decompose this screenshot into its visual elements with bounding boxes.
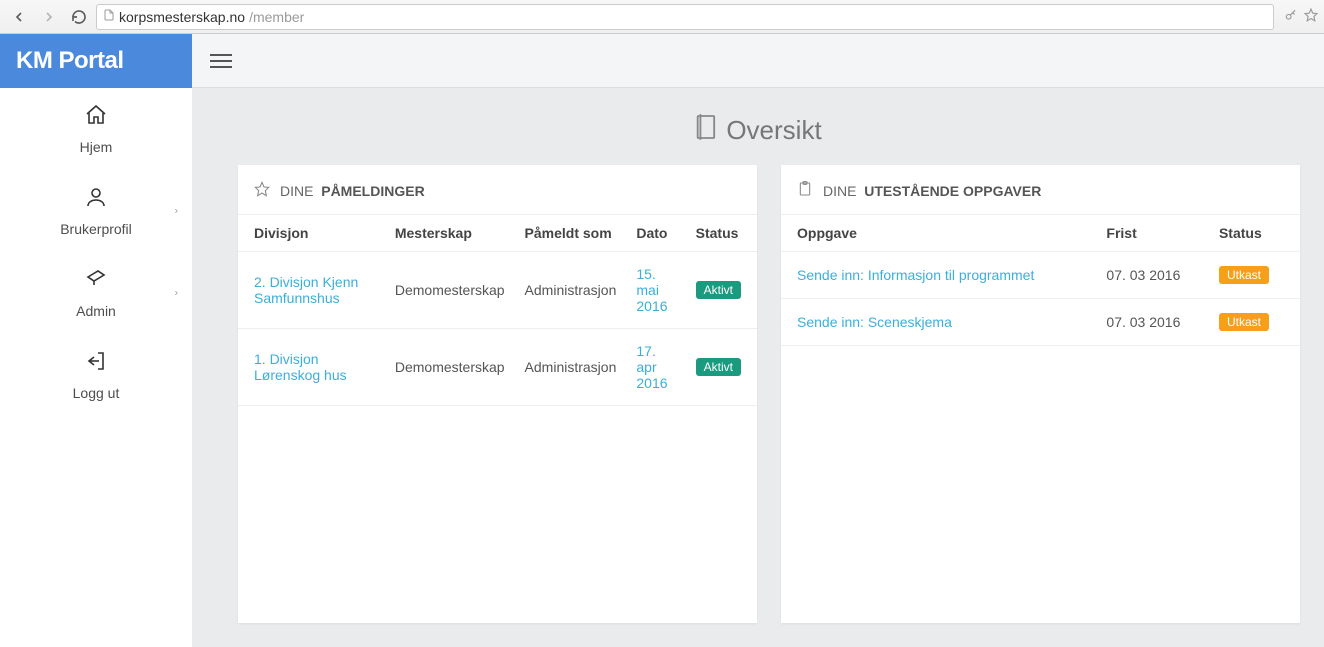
sidebar-item-label: Brukerprofil <box>60 221 132 237</box>
card-title-light: DINE <box>823 183 856 199</box>
col-task: Oppgave <box>781 215 1096 252</box>
url-path: /member <box>249 9 304 25</box>
cell-registered-as: Administrasjon <box>515 329 627 406</box>
cell-championship: Demomesterskap <box>385 252 515 329</box>
ticket-icon <box>84 267 108 297</box>
registrations-card: DINE PÅMELDINGER Divisjon Mesterskap Påm… <box>238 165 757 623</box>
page-icon <box>103 8 115 25</box>
card-title-bold: UTESTÅENDE OPPGAVER <box>864 183 1041 199</box>
cell-deadline: 07. 03 2016 <box>1096 299 1209 346</box>
division-link[interactable]: 2. Divisjon Kjenn Samfunnshus <box>254 274 358 306</box>
menu-toggle-button[interactable] <box>210 50 232 72</box>
sidebar-item-label: Logg ut <box>73 385 120 401</box>
task-link[interactable]: Sende inn: Informasjon til programmet <box>797 267 1034 283</box>
page-title: Oversikt <box>726 115 821 146</box>
sidebar-item-label: Hjem <box>80 139 113 155</box>
browser-chrome: korpsmesterskap.no/member <box>0 0 1324 34</box>
sidebar: KM Portal Hjem Brukerprofil › Admin › <box>0 34 192 647</box>
home-icon <box>84 103 108 133</box>
cell-deadline: 07. 03 2016 <box>1096 252 1209 299</box>
key-icon[interactable] <box>1284 8 1298 25</box>
cell-championship: Demomesterskap <box>385 329 515 406</box>
date-link[interactable]: 15. mai 2016 <box>636 266 667 314</box>
col-division: Divisjon <box>238 215 385 252</box>
bookmark-star-icon[interactable] <box>1304 8 1318 25</box>
col-registered-as: Påmeldt som <box>515 215 627 252</box>
card-title-light: DINE <box>280 183 313 199</box>
sidebar-item-label: Admin <box>76 303 116 319</box>
main: Oversikt DINE PÅMELDINGER <box>192 34 1324 647</box>
col-deadline: Frist <box>1096 215 1209 252</box>
division-link[interactable]: 1. Divisjon Lørenskog hus <box>254 351 347 383</box>
browser-forward-button[interactable] <box>36 4 62 30</box>
chevron-right-icon: › <box>175 288 178 299</box>
status-badge: Aktivt <box>696 281 741 299</box>
col-date: Dato <box>626 215 685 252</box>
sidebar-item-home[interactable]: Hjem <box>0 88 192 170</box>
tasks-card: DINE UTESTÅENDE OPPGAVER Oppgave Frist S… <box>781 165 1300 623</box>
browser-reload-button[interactable] <box>66 4 92 30</box>
topbar <box>192 34 1324 88</box>
col-status: Status <box>1209 215 1300 252</box>
app: KM Portal Hjem Brukerprofil › Admin › <box>0 34 1324 647</box>
clipboard-icon <box>797 181 813 200</box>
overview-icon <box>694 114 716 147</box>
star-icon <box>254 181 270 200</box>
status-badge: Utkast <box>1219 266 1269 284</box>
table-row: Sende inn: Informasjon til programmet 07… <box>781 252 1300 299</box>
browser-back-button[interactable] <box>6 4 32 30</box>
sidebar-item-logout[interactable]: Logg ut <box>0 334 192 416</box>
table-row: Sende inn: Sceneskjema 07. 03 2016 Utkas… <box>781 299 1300 346</box>
logout-icon <box>84 349 108 379</box>
col-status: Status <box>686 215 757 252</box>
tasks-table: Oppgave Frist Status Sende inn: Informas… <box>781 214 1300 346</box>
col-championship: Mesterskap <box>385 215 515 252</box>
table-row: 1. Divisjon Lørenskog hus Demomesterskap… <box>238 329 757 406</box>
task-link[interactable]: Sende inn: Sceneskjema <box>797 314 952 330</box>
cell-registered-as: Administrasjon <box>515 252 627 329</box>
status-badge: Utkast <box>1219 313 1269 331</box>
status-badge: Aktivt <box>696 358 741 376</box>
browser-url-bar[interactable]: korpsmesterskap.no/member <box>96 4 1274 30</box>
page-header: Oversikt <box>192 88 1324 165</box>
sidebar-item-profile[interactable]: Brukerprofil › <box>0 170 192 252</box>
brand-logo[interactable]: KM Portal <box>0 34 192 88</box>
registrations-table: Divisjon Mesterskap Påmeldt som Dato Sta… <box>238 214 757 406</box>
sidebar-item-admin[interactable]: Admin › <box>0 252 192 334</box>
table-row: 2. Divisjon Kjenn Samfunnshus Demomester… <box>238 252 757 329</box>
content: DINE PÅMELDINGER Divisjon Mesterskap Påm… <box>192 165 1324 647</box>
card-title-bold: PÅMELDINGER <box>321 183 424 199</box>
url-host: korpsmesterskap.no <box>119 9 245 25</box>
user-icon <box>84 185 108 215</box>
date-link[interactable]: 17. apr 2016 <box>636 343 667 391</box>
chevron-right-icon: › <box>175 206 178 217</box>
